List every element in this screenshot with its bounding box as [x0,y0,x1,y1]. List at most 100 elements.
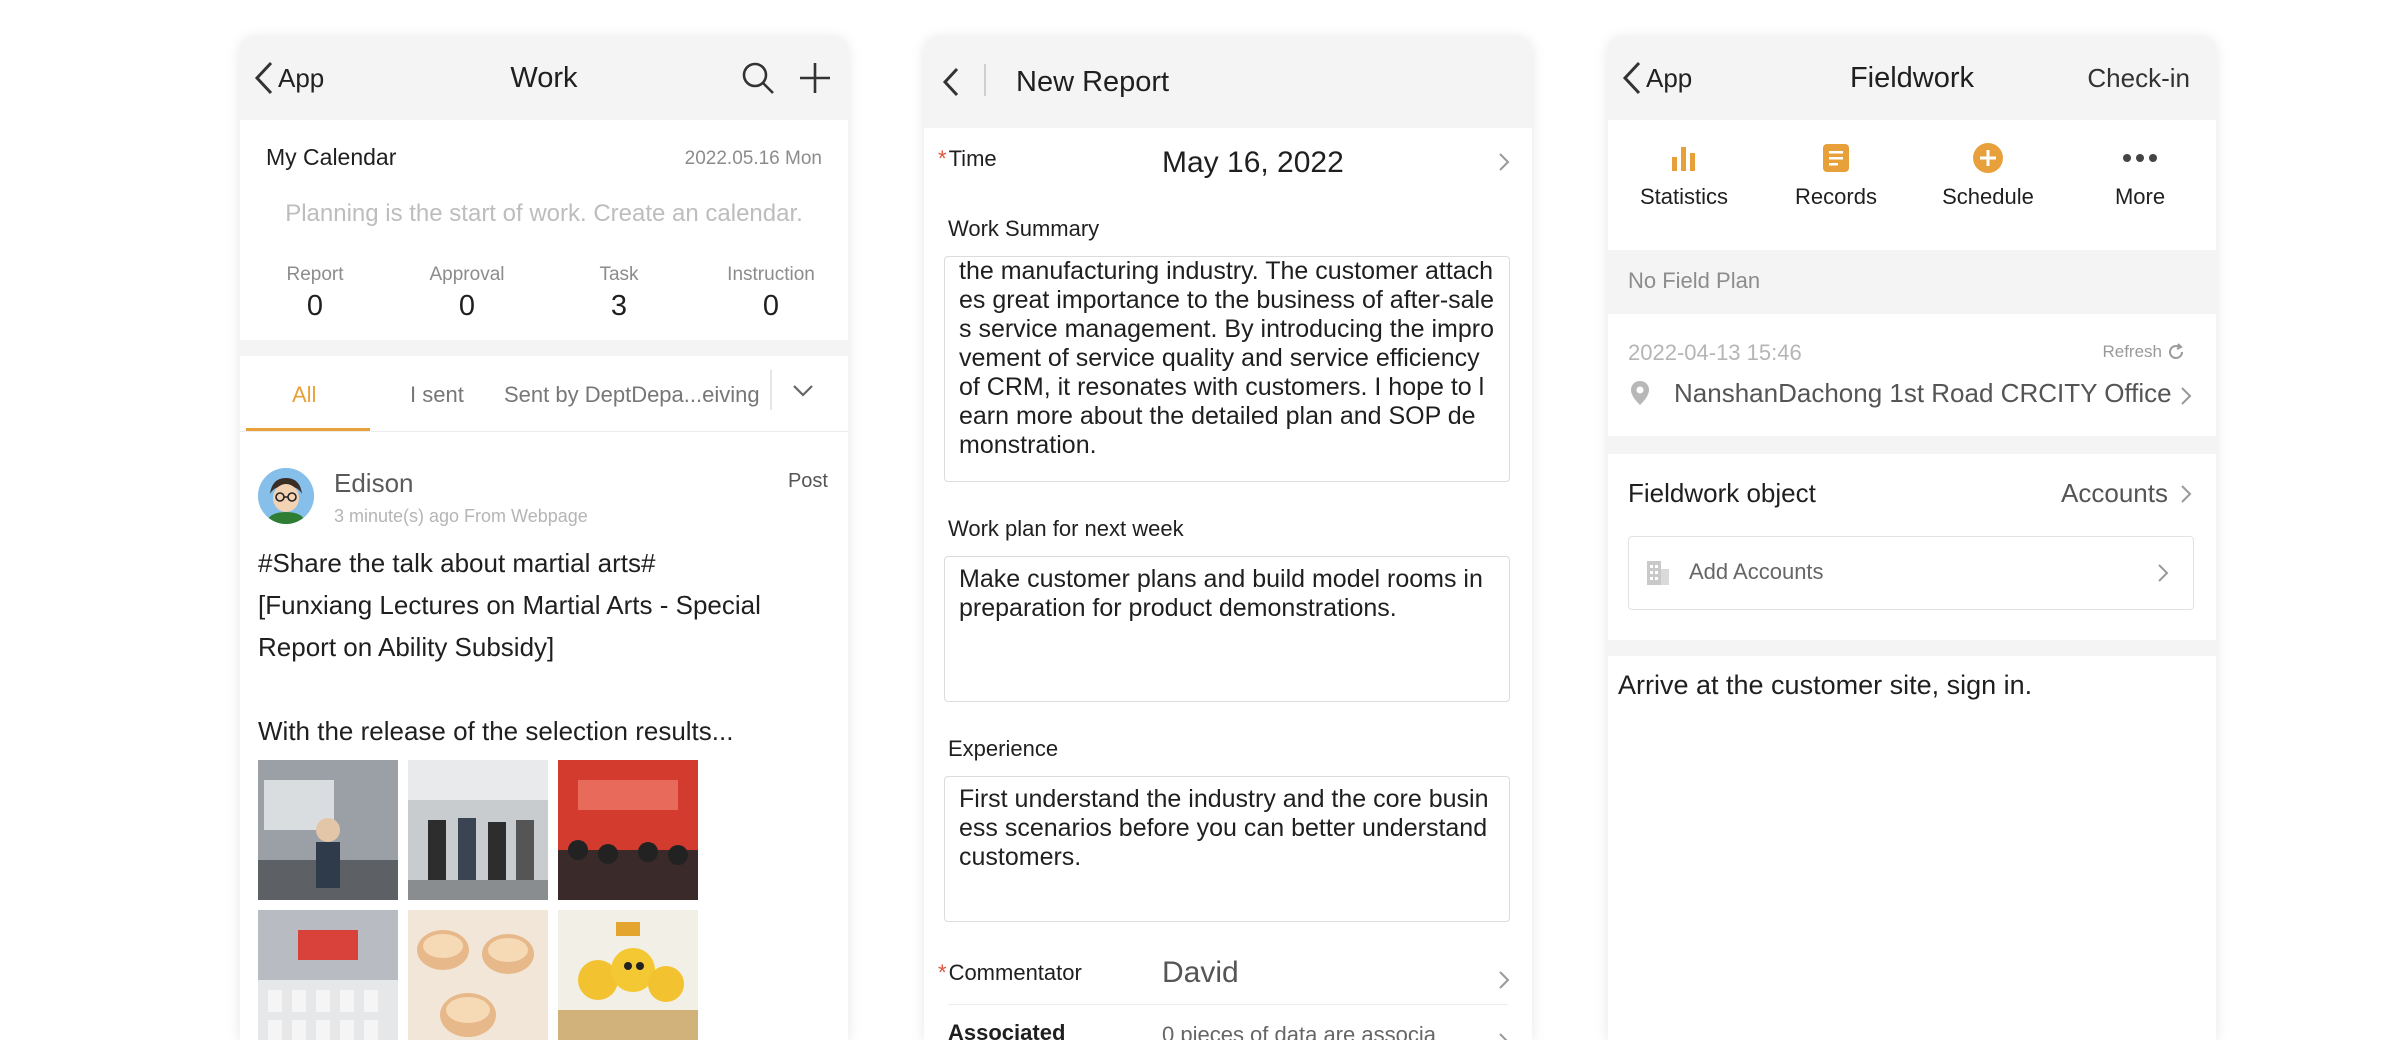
stat-label: Approval [429,264,505,285]
experience-text: First understand the industry and the co… [959,785,1489,871]
chevron-right-icon [2158,564,2169,582]
fieldwork-object-value[interactable]: Accounts [2061,478,2168,509]
menu-more[interactable]: More [2064,138,2216,210]
tab-i-sent[interactable]: I sent [410,382,464,408]
fieldwork-object-section: Fieldwork object Accounts Add Accounts [1608,454,2216,640]
location-pin-icon [1631,381,1649,405]
work-nav-bar: App Work [240,36,848,120]
instruction-section: Arrive at the customer site, sign in. [1608,656,2216,1040]
fieldwork-nav-bar: App Fieldwork Check-in [1608,36,2216,120]
stat-value: 3 [610,290,628,322]
location-address[interactable]: NanshanDachong 1st Road CRCITY Office... [1674,378,2174,409]
location-card: 2022-04-13 15:46 Refresh NanshanDachong … [1608,314,2216,436]
post-text-line: With the release of the selection result… [258,716,734,746]
time-value: May 16, 2022 [1162,146,1344,179]
refresh-label: Refresh [2102,342,2162,361]
new-report-screen: New Report *Time May 16, 2022 Work Summa… [924,36,1532,1040]
tab-all[interactable]: All [292,382,316,408]
work-plan-text: Make customer plans and build model room… [959,565,1483,622]
post-text-line: #Share the talk about martial arts# [258,548,656,578]
add-accounts-label: Add Accounts [1689,559,1824,584]
add-circle-icon [1973,143,2003,173]
chevron-right-icon [2181,485,2192,503]
stat-instruction[interactable]: Instruction 0 [696,264,846,323]
associated-value: 0 pieces of data are associa [1162,1022,1436,1040]
chevron-down-icon[interactable] [792,384,814,398]
calendar-date: 2022.05.16 Mon [684,148,822,169]
fieldwork-menu: Statistics Records Schedule More [1608,120,2216,250]
work-summary-text: the manufacturing industry. The customer… [959,257,1495,459]
photo-thumbnail[interactable] [558,760,698,900]
tab-bar-border [240,431,848,432]
calendar-title: My Calendar [266,144,397,170]
post-author[interactable]: Edison [334,468,414,499]
chevron-right-icon [1499,971,1510,989]
menu-records[interactable]: Records [1760,138,1912,210]
chevron-right-icon [2181,387,2192,405]
post-text-line: Report on Ability Subsidy] [258,632,555,662]
associated-label: Associated [948,1020,1066,1040]
menu-statistics[interactable]: Statistics [1608,138,1760,210]
calendar-card[interactable]: My Calendar 2022.05.16 Mon Planning is t… [240,120,848,268]
search-icon[interactable] [740,60,776,96]
photo-thumbnail[interactable] [258,760,398,900]
more-icon [2123,154,2157,162]
nav-divider [984,64,986,96]
work-summary-label: Work Summary [948,216,1100,241]
tab-divider [770,370,772,410]
document-icon [1823,144,1849,172]
add-accounts-button[interactable]: Add Accounts [1628,536,2194,610]
time-label: *Time [938,146,997,171]
menu-schedule[interactable]: Schedule [1912,138,2064,210]
stat-approval[interactable]: Approval 0 [392,264,542,323]
required-marker: * [938,960,947,985]
instruction-text: Arrive at the customer site, sign in. [1618,670,2033,700]
work-plan-label: Work plan for next week [948,516,1184,541]
bar-chart-icon [1672,147,1695,171]
tab-sent-by-dept[interactable]: Sent by DeptDepa...eiving [504,382,760,408]
post-text-line: [Funxiang Lectures on Martial Arts - Spe… [258,590,761,620]
photo-thumbnail[interactable] [258,910,398,1040]
post-meta: 3 minute(s) ago From Webpage [334,506,588,526]
refresh-button[interactable]: Refresh [2102,342,2186,362]
commentator-value: David [1162,956,1239,989]
report-nav-bar: New Report [924,36,1532,128]
stats-row: Report 0 Approval 0 Task 3 Instruction 0 [240,248,848,340]
photo-thumbnail[interactable] [408,910,548,1040]
stat-value: 0 [458,290,476,322]
refresh-icon [2169,343,2183,359]
experience-field[interactable]: First understand the industry and the co… [944,776,1510,922]
work-summary-field[interactable]: the manufacturing industry. The customer… [944,256,1510,482]
menu-label: Statistics [1639,184,1729,209]
stat-report[interactable]: Report 0 [240,264,390,323]
work-screen: App Work My Calendar 2022.05.16 Mon Plan… [240,36,848,1040]
stat-value: 0 [762,290,780,322]
chevron-right-icon [1499,153,1510,171]
commentator-label: *Commentator [938,960,1082,985]
associated-row[interactable]: Associated 0 pieces of data are associa [924,1008,1532,1040]
back-button[interactable] [942,36,964,128]
time-row[interactable]: *Time May 16, 2022 [924,128,1532,198]
feed: All I sent Sent by DeptDepa...eiving Edi… [240,356,848,1040]
building-icon [1647,561,1669,585]
photo-thumbnail[interactable] [408,760,548,900]
commentator-row[interactable]: *Commentator David [924,946,1532,1006]
work-plan-field[interactable]: Make customer plans and build model room… [944,556,1510,702]
row-divider [948,1004,1508,1005]
post-button[interactable]: Post [788,470,828,493]
add-icon[interactable] [798,61,832,95]
photo-thumbnail[interactable] [558,910,698,1040]
avatar[interactable] [258,468,314,524]
menu-label: Schedule [1942,184,2034,209]
chevron-left-icon [942,67,959,97]
fieldwork-object-label: Fieldwork object [1628,478,1816,508]
stat-label: Instruction [727,264,815,285]
check-in-button[interactable]: Check-in [2087,36,2190,120]
location-timestamp: 2022-04-13 15:46 [1628,340,1802,365]
stat-task[interactable]: Task 3 [544,264,694,323]
page-title: New Report [1016,65,1170,98]
menu-label: Records [1795,184,1877,209]
menu-label: More [2114,184,2166,209]
stat-value: 0 [306,290,324,322]
no-field-plan-label: No Field Plan [1628,268,1761,293]
